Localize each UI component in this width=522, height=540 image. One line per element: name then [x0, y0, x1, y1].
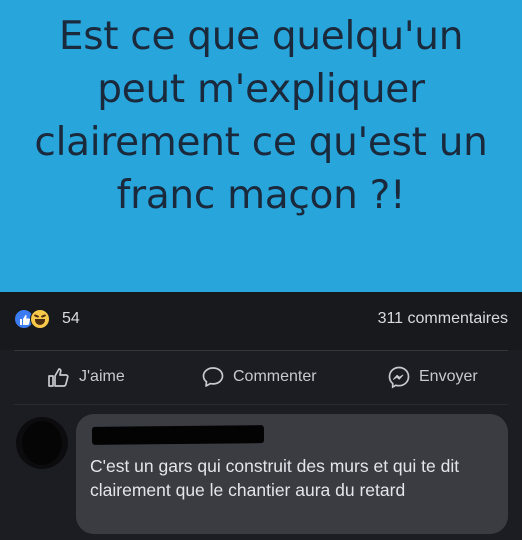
action-bar: J'aime Commenter Envoyer: [0, 352, 522, 402]
commenter-name-redacted: [91, 425, 265, 445]
divider: [14, 350, 508, 351]
like-button-label: J'aime: [79, 368, 125, 385]
haha-icon: [30, 309, 50, 329]
reactions-bar: 54 311 commentaires: [0, 292, 522, 350]
send-button[interactable]: Envoyer: [387, 365, 478, 389]
post-line: Est ce que quelqu'un: [58, 14, 464, 59]
comment-bubble: C'est un gars qui construit des murs et …: [76, 414, 508, 534]
like-button[interactable]: J'aime: [47, 365, 125, 389]
comments-count[interactable]: 311 commentaires: [378, 309, 508, 329]
post-line: clairement ce qu'est un: [34, 120, 488, 165]
comment-text: C'est un gars qui construit des murs et …: [90, 456, 460, 500]
comment-button-label: Commenter: [233, 368, 317, 385]
post-banner: Est ce que quelqu'un peut m'expliquer cl…: [0, 0, 522, 292]
post-line: franc maçon ?!: [116, 173, 406, 218]
post-text: Est ce que quelqu'un peut m'expliquer cl…: [20, 10, 502, 222]
divider: [14, 404, 508, 405]
reaction-count[interactable]: 54: [62, 309, 80, 329]
avatar[interactable]: [16, 417, 68, 469]
messenger-icon: [388, 366, 410, 389]
comment-button[interactable]: Commenter: [201, 365, 317, 389]
send-button-label: Envoyer: [419, 368, 478, 385]
thumbs-up-icon: [48, 368, 69, 387]
reaction-icons[interactable]: [14, 309, 58, 329]
comment-icon: [202, 367, 224, 387]
post-line: peut m'expliquer: [97, 67, 425, 112]
